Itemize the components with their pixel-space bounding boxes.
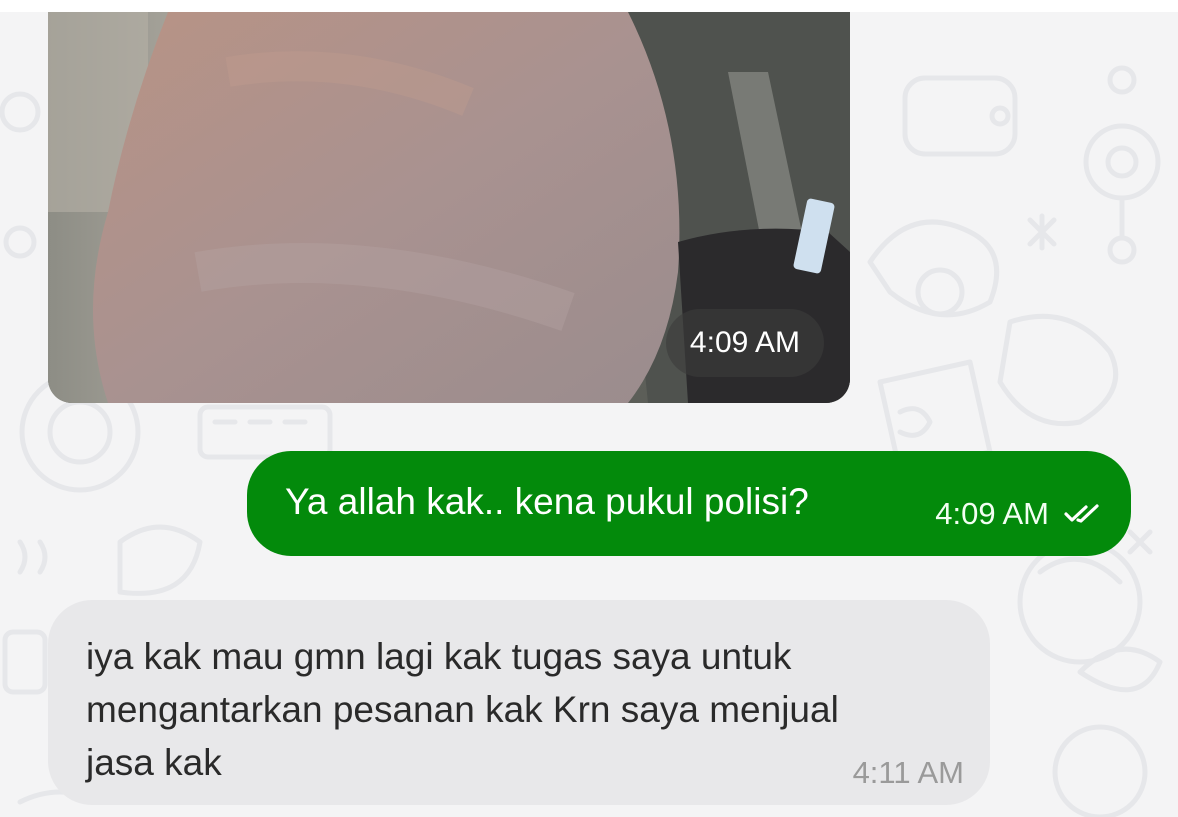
message-timestamp: 4:11 AM [852,755,964,790]
incoming-message-bubble[interactable]: iya kak mau gmn lagi kak tugas saya untu… [48,600,990,805]
message-text: Ya allah kak.. kena pukul polisi? [285,481,809,522]
image-message[interactable]: 4:09 AM [48,12,850,403]
message-timestamp: 4:09 AM [665,309,824,377]
double-check-icon [1064,504,1099,523]
outgoing-message-bubble[interactable]: Ya allah kak.. kena pukul polisi? 4:09 A… [247,451,1131,556]
top-strip [0,0,1178,12]
message-timestamp: 4:09 AM [935,496,1049,531]
message-meta: 4:09 AM [935,496,1103,532]
message-text: iya kak mau gmn lagi kak tugas saya untu… [86,636,839,783]
